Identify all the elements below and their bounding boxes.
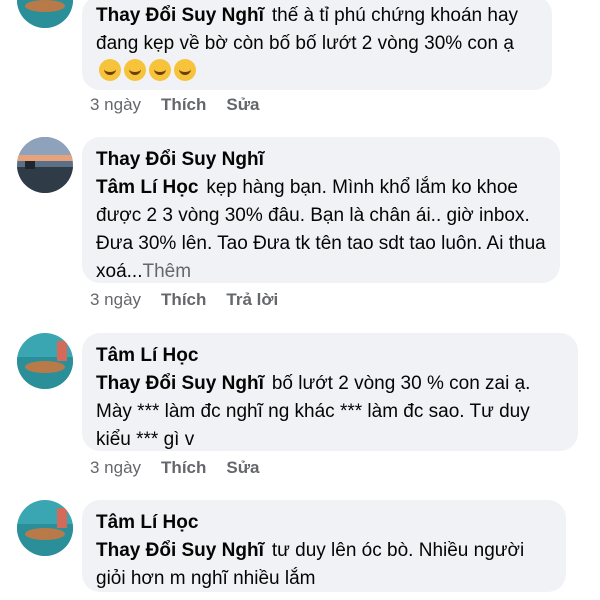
teal-landscape-avatar-icon: [17, 500, 73, 556]
avatar[interactable]: [17, 333, 73, 389]
emoji-group: [96, 59, 196, 82]
comment-body: Thay Đổi Suy Nghĩ thế à tỉ phú chứng khoá…: [96, 2, 538, 86]
avatar[interactable]: [17, 137, 73, 193]
comment-bubble: Tâm Lí Học Thay Đổi Suy Nghĩ tư duy lên ó…: [82, 500, 566, 592]
avatar[interactable]: [17, 0, 73, 28]
rolling-on-floor-laughing-icon: [124, 59, 146, 81]
sunset-road-avatar-icon: [17, 137, 73, 193]
comment-actions: 3 ngày Thích Sửa: [90, 94, 260, 116]
like-button[interactable]: Thích: [161, 289, 206, 311]
rolling-on-floor-laughing-icon: [149, 59, 171, 81]
rolling-on-floor-laughing-icon: [99, 59, 121, 81]
edit-button[interactable]: Sửa: [226, 94, 259, 116]
comment-author[interactable]: Thay Đổi Suy Nghĩ: [96, 146, 546, 174]
comment-timestamp[interactable]: 3 ngày: [90, 289, 141, 311]
comment-actions: 3 ngày Thích Trả lời: [90, 289, 278, 311]
comment-timestamp[interactable]: 3 ngày: [90, 457, 141, 479]
comment-bubble: Thay Đổi Suy Nghĩ thế à tỉ phú chứng khoá…: [82, 0, 552, 90]
teal-landscape-avatar-icon: [17, 333, 73, 389]
see-more-link[interactable]: Thêm: [142, 261, 191, 282]
comment-body: Thay Đổi Suy Nghĩ bố lướt 2 vòng 30 % con…: [96, 370, 564, 454]
comment-body: Tâm Lí Học kẹp hàng bạn. Mình khổ lắm ko …: [96, 174, 546, 286]
comment-bubble: Thay Đổi Suy Nghĩ Tâm Lí Học kẹp hàng bạn…: [82, 137, 560, 283]
like-button[interactable]: Thích: [161, 94, 206, 116]
mention-link[interactable]: Tâm Lí Học: [96, 177, 198, 198]
comment-thread: Thay Đổi Suy Nghĩ thế à tỉ phú chứng khoá…: [0, 0, 600, 600]
comment-author[interactable]: Tâm Lí Học: [96, 509, 552, 537]
rolling-on-floor-laughing-icon: [174, 59, 196, 81]
mention-link[interactable]: Thay Đổi Suy Nghĩ: [96, 373, 264, 394]
mention-link[interactable]: Thay Đổi Suy Nghĩ: [96, 540, 264, 561]
reply-button[interactable]: Trả lời: [226, 289, 278, 311]
comment-body: Thay Đổi Suy Nghĩ tư duy lên óc bò. Nhiều…: [96, 537, 552, 593]
teal-landscape-avatar-icon: [17, 0, 73, 28]
comment-timestamp[interactable]: 3 ngày: [90, 94, 141, 116]
comment-author[interactable]: Thay Đổi Suy Nghĩ: [96, 5, 264, 26]
comment-bubble: Tâm Lí Học Thay Đổi Suy Nghĩ bố lướt 2 vò…: [82, 333, 578, 451]
like-button[interactable]: Thích: [161, 457, 206, 479]
comment-author[interactable]: Tâm Lí Học: [96, 342, 564, 370]
avatar[interactable]: [17, 500, 73, 556]
comment-actions: 3 ngày Thích Sửa: [90, 457, 260, 479]
edit-button[interactable]: Sửa: [226, 457, 259, 479]
